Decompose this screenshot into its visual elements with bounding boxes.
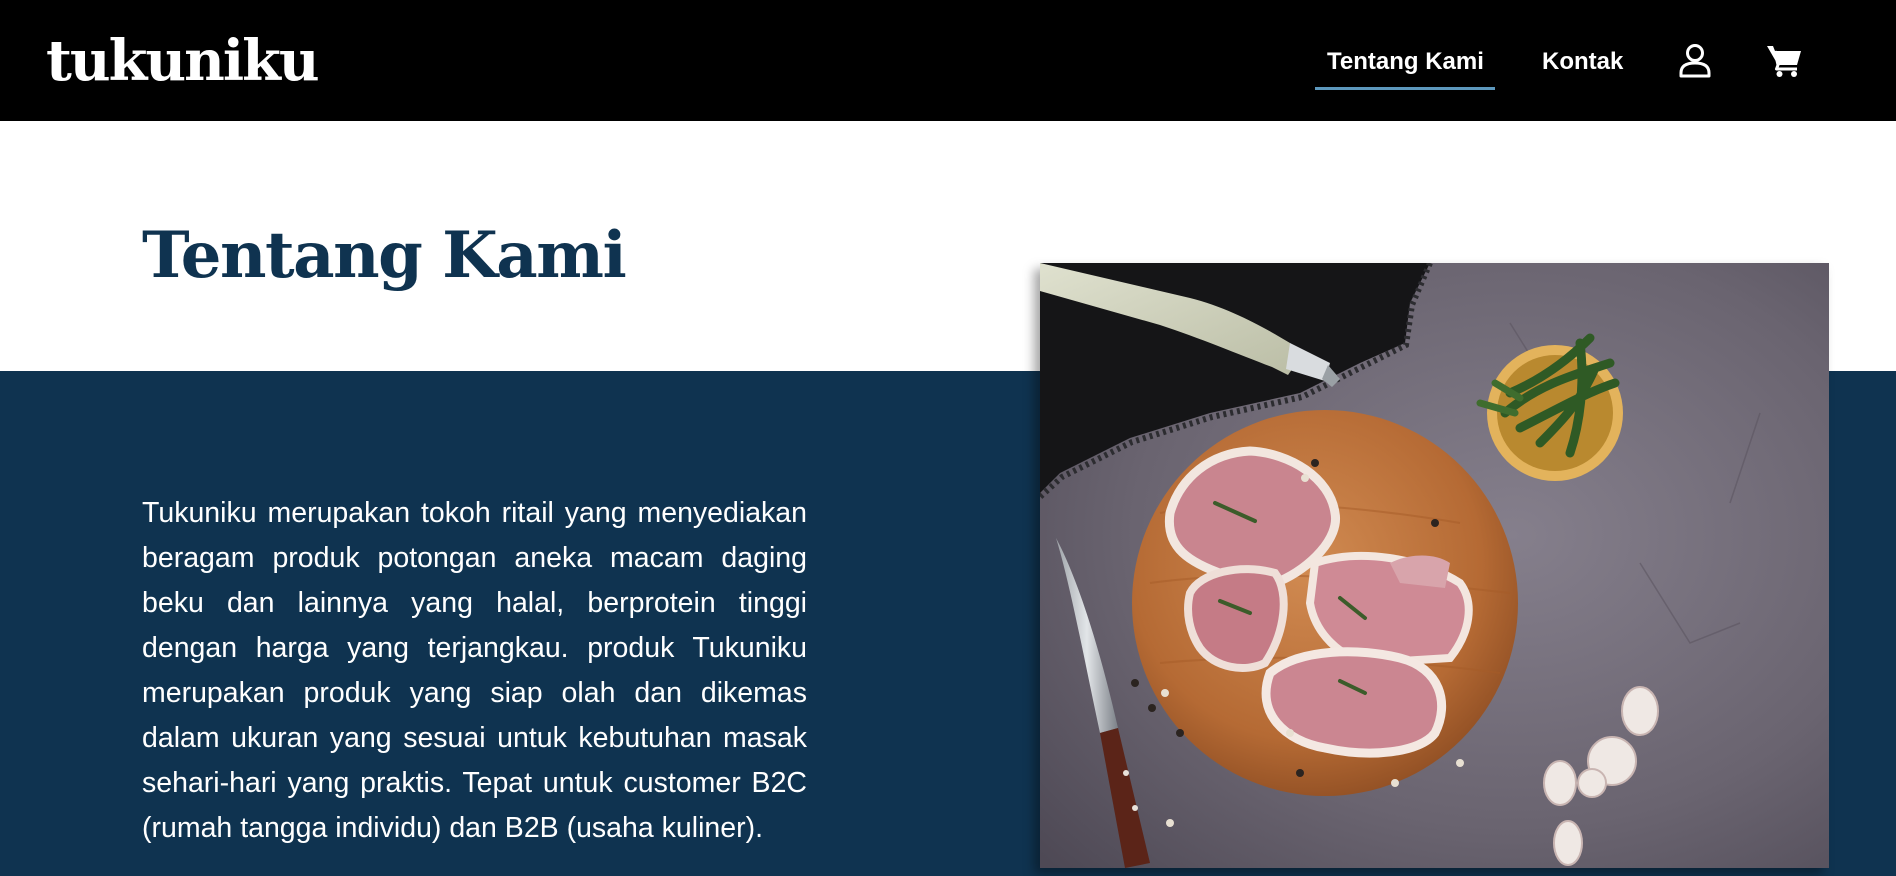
page-title: Tentang Kami	[142, 218, 627, 293]
active-nav-indicator	[1315, 87, 1495, 90]
food-photo	[1040, 263, 1829, 868]
top-navigation-bar: tukuniku Tentang Kami Kontak	[0, 0, 1896, 121]
user-icon[interactable]	[1677, 42, 1713, 78]
brand-logo[interactable]: tukuniku	[46, 26, 320, 96]
about-description: Tukuniku merupakan tokoh ritail yang men…	[142, 497, 807, 844]
shopping-cart-icon[interactable]	[1766, 42, 1802, 78]
nav-link-kontak[interactable]: Kontak	[1542, 46, 1623, 78]
nav-link-tentang-kami[interactable]: Tentang Kami	[1327, 46, 1484, 78]
